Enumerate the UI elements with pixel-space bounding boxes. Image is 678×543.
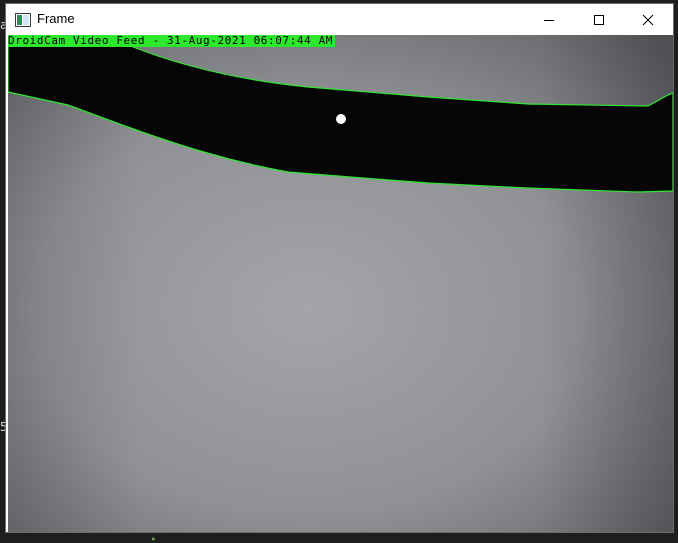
maximize-icon bbox=[594, 14, 604, 25]
background-editor-comment: • bbox=[150, 534, 157, 543]
maximize-button[interactable] bbox=[576, 4, 622, 35]
close-icon bbox=[642, 14, 654, 25]
minimize-button[interactable] bbox=[526, 4, 572, 35]
minimize-icon bbox=[544, 19, 554, 21]
window-title: Frame bbox=[37, 11, 75, 26]
centroid-marker bbox=[336, 114, 346, 124]
video-overlay-label: DroidCam Video Feed - 31-Aug-2021 06:07:… bbox=[8, 35, 336, 47]
title-bar[interactable]: Frame bbox=[6, 4, 673, 35]
app-icon bbox=[15, 12, 31, 27]
video-feed-canvas bbox=[8, 35, 673, 532]
frame-window: Frame DroidCam Video Feed - 31-Aug-2021 … bbox=[5, 3, 674, 533]
video-frame: DroidCam Video Feed - 31-Aug-2021 06:07:… bbox=[8, 35, 673, 532]
close-button[interactable] bbox=[625, 4, 671, 35]
